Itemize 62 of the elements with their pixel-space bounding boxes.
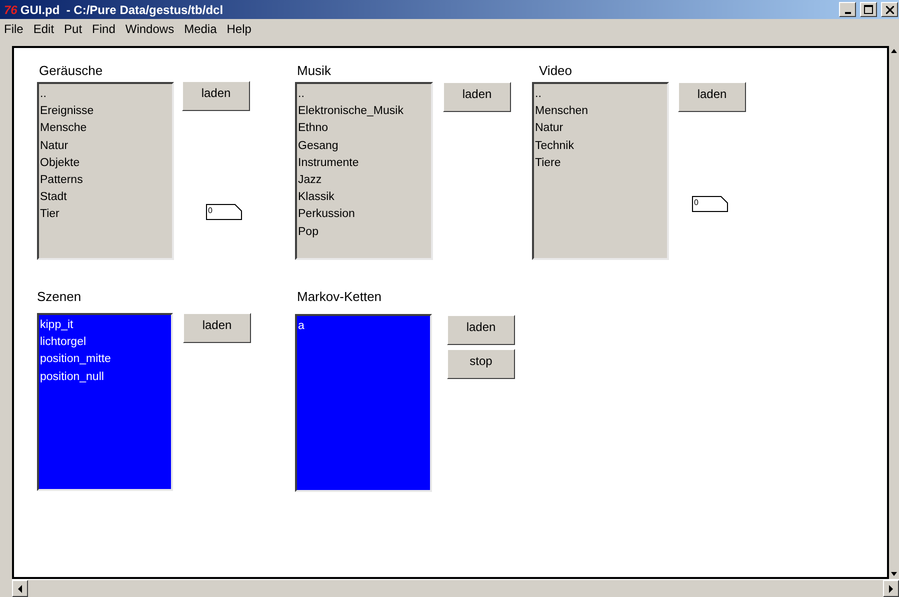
list-item[interactable]: Stadt xyxy=(40,189,171,206)
list-box[interactable]: .. Elektronische_Musik Ethno Gesang Instrumente Jazz Klassik Perkussion Pop xyxy=(295,82,433,260)
list-label: Musik xyxy=(297,63,331,78)
load-button[interactable]: laden xyxy=(447,315,515,345)
list-item[interactable]: .. xyxy=(535,86,666,104)
list-item[interactable]: position_null xyxy=(40,368,170,386)
list-label: Szenen xyxy=(37,289,82,304)
menu-item[interactable]: Find xyxy=(92,22,116,36)
load-button[interactable]: laden xyxy=(182,81,250,111)
close-icon xyxy=(886,6,894,14)
list-item[interactable]: Gesang xyxy=(298,138,430,155)
list-label: Markov-Ketten xyxy=(297,289,382,304)
minimize-button[interactable] xyxy=(839,2,856,17)
menu-item[interactable]: Media xyxy=(184,22,217,36)
list-label: Video xyxy=(539,63,572,78)
list-item[interactable]: Klassik xyxy=(298,189,430,206)
load-button[interactable]: laden xyxy=(443,82,511,112)
load-button[interactable]: laden xyxy=(678,82,746,112)
list-box[interactable]: kipp_it lichtorgel position_mitte position_null xyxy=(37,313,173,491)
list-item[interactable]: Elektronische_Musik xyxy=(298,103,430,120)
list-box[interactable]: .. Menschen Natur Technik Tiere xyxy=(532,82,669,260)
app-logo: 76 xyxy=(4,2,18,16)
list-box[interactable]: a xyxy=(295,314,432,492)
list-box[interactable]: .. Ereignisse Mensche Natur Objekte Patterns Stadt Tier xyxy=(37,82,174,260)
number-box[interactable]: 0 xyxy=(206,204,242,220)
list-item[interactable]: position_mitte xyxy=(40,351,170,369)
list-item[interactable]: Objekte xyxy=(40,154,171,172)
menu-item[interactable]: Put xyxy=(64,22,82,36)
menu-item[interactable]: Windows xyxy=(125,22,174,36)
list-item[interactable]: Menschen xyxy=(535,103,666,120)
list-item[interactable]: .. xyxy=(40,86,171,104)
menu-item[interactable]: Help xyxy=(226,22,252,36)
list-item[interactable]: Tier xyxy=(40,206,171,224)
list-item[interactable]: Instrumente xyxy=(298,154,430,172)
list-item[interactable]: kipp_it xyxy=(40,317,170,334)
list-item[interactable]: Jazz xyxy=(298,172,430,190)
list-item[interactable]: Perkussion xyxy=(298,206,430,224)
list-item[interactable]: Patterns xyxy=(40,172,171,190)
maximize-icon xyxy=(864,5,873,14)
menu-item[interactable]: File xyxy=(4,22,24,36)
list-item[interactable]: lichtorgel xyxy=(40,334,170,352)
list-item[interactable]: Tiere xyxy=(535,154,666,172)
list-label: Geräusche xyxy=(39,63,103,78)
window-title: GUI.pd - C:/Pure Data/gestus/tb/dcl xyxy=(20,2,224,16)
load-button[interactable]: laden xyxy=(183,313,251,343)
list-item[interactable]: Ethno xyxy=(298,120,430,138)
list-item[interactable]: Mensche xyxy=(40,120,171,138)
scroll-right-icon[interactable] xyxy=(888,584,894,592)
list-item[interactable]: Technik xyxy=(535,138,666,155)
menu-item[interactable]: Edit xyxy=(33,22,54,36)
number-box[interactable]: 0 xyxy=(692,196,728,212)
list-item[interactable]: .. xyxy=(298,86,430,104)
list-item[interactable]: Natur xyxy=(40,138,171,155)
close-button[interactable] xyxy=(881,2,898,17)
list-item[interactable]: Ereignisse xyxy=(40,103,171,120)
minimize-icon xyxy=(844,12,850,14)
list-item[interactable]: Natur xyxy=(535,120,666,138)
list-item[interactable]: a xyxy=(298,318,429,336)
load-button[interactable]: stop xyxy=(447,349,515,379)
maximize-button[interactable] xyxy=(860,2,877,17)
list-item[interactable]: Pop xyxy=(298,224,430,241)
scroll-left-icon[interactable] xyxy=(17,584,23,592)
